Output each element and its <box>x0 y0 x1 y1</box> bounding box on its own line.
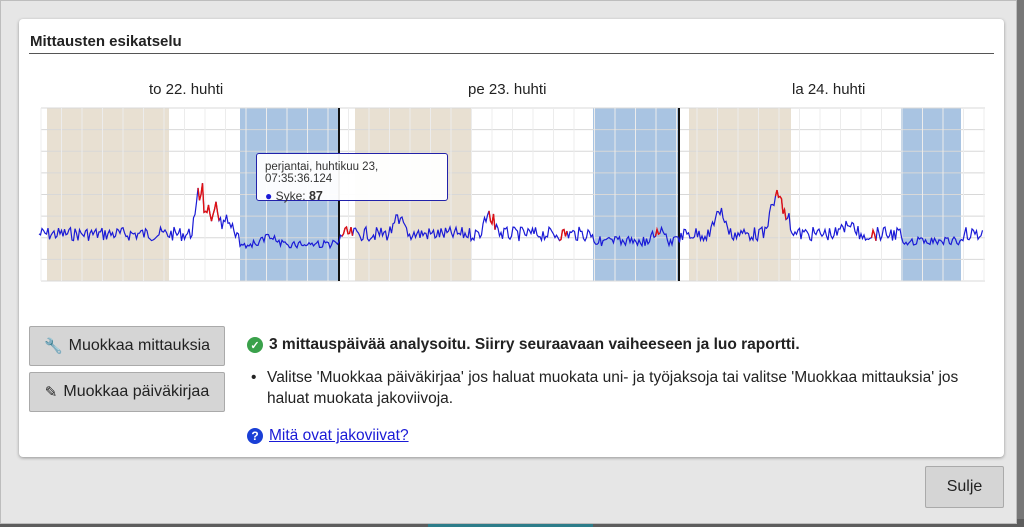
chart-tooltip: perjantai, huhtikuu 23, 07:35:36.124 ● S… <box>256 153 448 203</box>
heart-rate-chart[interactable] <box>19 19 1004 309</box>
help-link[interactable]: Mitä ovat jakoviivat? <box>269 427 409 445</box>
artifact-segment <box>341 225 354 237</box>
bullet-dot: • <box>251 369 257 386</box>
series-dot-icon: ● <box>265 189 273 203</box>
check-circle-icon: ✓ <box>247 337 263 353</box>
close-button[interactable]: Sulje <box>925 466 1004 508</box>
preview-panel: Mittausten esikatselu to 22. huhti pe 23… <box>19 19 1004 457</box>
tooltip-timestamp: perjantai, huhtikuu 23, 07:35:36.124 <box>265 161 379 185</box>
info-text: Valitse 'Muokkaa päiväkirjaa' jos haluat… <box>267 369 959 407</box>
info-bullet: • Valitse 'Muokkaa päiväkirjaa' jos halu… <box>251 367 991 409</box>
edit-diary-label: Muokkaa päiväkirjaa <box>63 383 210 400</box>
wrench-icon: 🔧 <box>43 338 63 355</box>
artifact-segment <box>197 183 220 222</box>
artifact-segment <box>559 228 568 242</box>
help-row: ? Mitä ovat jakoviivat? <box>247 427 409 445</box>
status-text: 3 mittauspäivää analysoitu. Siirry seura… <box>269 336 800 353</box>
artifact-segment <box>870 227 877 241</box>
preview-dialog: Mittausten esikatselu to 22. huhti pe 23… <box>0 0 1017 524</box>
tooltip-value: 87 <box>308 189 323 203</box>
tooltip-series-label: Syke: <box>275 189 306 203</box>
edit-measurements-label: Muokkaa mittauksia <box>68 337 211 354</box>
edit-diary-button[interactable]: ✎ Muokkaa päiväkirjaa <box>29 372 225 412</box>
edit-measurements-button[interactable]: 🔧 Muokkaa mittauksia <box>29 326 225 366</box>
question-circle-icon: ? <box>247 428 263 444</box>
pencil-icon: ✎ <box>44 384 58 401</box>
status-message: ✓ 3 mittauspäivää analysoitu. Siirry seu… <box>247 336 800 354</box>
